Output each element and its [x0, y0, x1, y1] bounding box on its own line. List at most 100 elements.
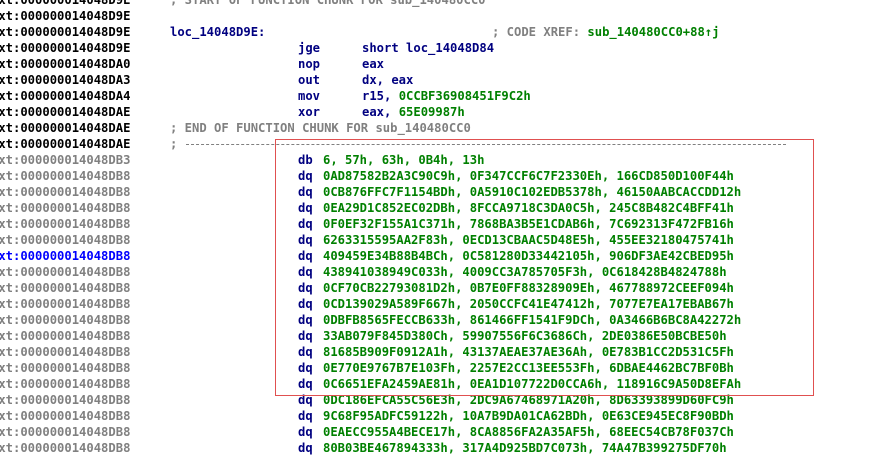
address[interactable]: ext:000000014048DB8	[0, 200, 130, 216]
operand-text[interactable]: r15,	[362, 89, 399, 103]
listing-line[interactable]: ext:000000014048DB8 dq 0C6651EFA2459AE81h,…	[0, 376, 874, 392]
listing-line[interactable]: ext:000000014048DB8 dq 0DBFB8565FECCB633h,…	[0, 312, 874, 328]
operand-text[interactable]: eax,	[362, 105, 399, 119]
data-directive[interactable]: dq	[298, 392, 313, 408]
listing-line[interactable]: ext:000000014048DAE ; END OF FUNCTION CHU…	[0, 120, 874, 136]
data-directive[interactable]: dq	[298, 328, 313, 344]
listing-line[interactable]: ext:000000014048DB8 dq 80B03BE467894333h, …	[0, 440, 874, 456]
data-values[interactable]: 81685B909F0912A1h, 43137AEAE37AE36Ah, 0E…	[323, 344, 734, 360]
listing-line[interactable]: ext:000000014048DB8 dq 0DC186EFCA55C56E3h,…	[0, 392, 874, 408]
address[interactable]: ext:000000014048DA4	[0, 88, 130, 104]
data-values[interactable]: 33AB079F845D380Ch, 59907556F6C3686Ch, 2D…	[323, 328, 727, 344]
instruction-operands[interactable]: r15, 0CCBF36908451F9C2h	[362, 88, 531, 104]
address[interactable]: ext:000000014048DB8	[0, 328, 130, 344]
data-values[interactable]: 0F0EF32F155A1C371h, 7868BA3B5E1CDAB6h, 7…	[323, 216, 734, 232]
operand-text[interactable]: short loc_14048D84	[362, 41, 494, 55]
data-directive[interactable]: dq	[298, 408, 313, 424]
data-directive[interactable]: dq	[298, 344, 313, 360]
operand-text[interactable]: eax	[362, 57, 384, 71]
instruction-mnemonic[interactable]: nop	[298, 56, 320, 72]
listing-line[interactable]: ext:000000014048DA0 nop eax	[0, 56, 874, 72]
listing-line[interactable]: ext:000000014048DB8 dq 0F0EF32F155A1C371h,…	[0, 216, 874, 232]
address[interactable]: ext:000000014048DB8	[0, 344, 130, 360]
listing-line[interactable]: ext:000000014048DB8 dq 81685B909F0912A1h, …	[0, 344, 874, 360]
address[interactable]: ext:000000014048DB8	[0, 312, 130, 328]
operand-number[interactable]: 0CCBF36908451F9C2h	[399, 89, 531, 103]
data-values[interactable]: 0DC186EFCA55C56E3h, 2DC9A67468971A20h, 8…	[323, 392, 734, 408]
address[interactable]: ext:000000014048D9E	[0, 0, 130, 8]
data-values[interactable]: 409459E34B88B4BCh, 0C581280D33442105h, 9…	[323, 248, 734, 264]
address[interactable]: ext:000000014048DB3	[0, 152, 130, 168]
data-values[interactable]: 0DBFB8565FECCB633h, 861466FF1541F9DCh, 0…	[323, 312, 741, 328]
data-directive[interactable]: dq	[298, 424, 313, 440]
address[interactable]: ext:000000014048DB8	[0, 296, 130, 312]
address[interactable]: ext:000000014048D9E	[0, 24, 130, 40]
instruction-operands[interactable]: eax	[362, 56, 384, 72]
address[interactable]: ext:000000014048D9E	[0, 40, 130, 56]
instruction-mnemonic[interactable]: mov	[298, 88, 320, 104]
listing-line[interactable]: ext:000000014048DB8 dq 0E770E9767B7E103Fh,…	[0, 360, 874, 376]
listing-line[interactable]: ext:000000014048DB8 dq 0CB876FFC7F1154BDh,…	[0, 184, 874, 200]
instruction-mnemonic[interactable]: xor	[298, 104, 320, 120]
data-directive[interactable]: dq	[298, 184, 313, 200]
listing-line[interactable]: ext:000000014048DB8 dq 9C68F95ADFC59122h, …	[0, 408, 874, 424]
instruction-operands[interactable]: eax, 65E09987h	[362, 104, 465, 120]
listing-line[interactable]: ext:000000014048DB8 dq 0AD87582B2A3C90C9h,…	[0, 168, 874, 184]
address[interactable]: ext:000000014048DB8	[0, 248, 130, 264]
data-directive[interactable]: dq	[298, 248, 313, 264]
address[interactable]: ext:000000014048DB8	[0, 216, 130, 232]
operand-number[interactable]: 65E09987h	[399, 105, 465, 119]
address[interactable]: ext:000000014048DAE	[0, 120, 130, 136]
listing-line[interactable]: ext:000000014048D9E loc_14048D9E: ; CODE X…	[0, 24, 874, 40]
instruction-operands[interactable]: dx, eax	[362, 72, 413, 88]
address[interactable]: ext:000000014048DAE	[0, 104, 130, 120]
instruction-mnemonic[interactable]: out	[298, 72, 320, 88]
address[interactable]: ext:000000014048D9E	[0, 8, 130, 24]
address[interactable]: ext:000000014048DB8	[0, 280, 130, 296]
data-directive[interactable]: dq	[298, 360, 313, 376]
address[interactable]: ext:000000014048DB8	[0, 440, 130, 456]
address[interactable]: ext:000000014048DA3	[0, 72, 130, 88]
listing-line[interactable]: ext:000000014048DB8 dq 0CD139029A589F667h,…	[0, 296, 874, 312]
data-directive[interactable]: dq	[298, 280, 313, 296]
data-directive[interactable]: dq	[298, 376, 313, 392]
data-directive[interactable]: dq	[298, 168, 313, 184]
data-values[interactable]: 438941038949C033h, 4009CC3A785705F3h, 0C…	[323, 264, 727, 280]
disassembly-listing[interactable]: ext:000000014048D9E ; START OF FUNCTION C…	[0, 0, 874, 456]
address[interactable]: ext:000000014048DB8	[0, 232, 130, 248]
listing-line[interactable]: ext:000000014048DAE;	[0, 136, 874, 152]
data-values[interactable]: 6263315595AA2F83h, 0ECD13CBAAC5D48E5h, 4…	[323, 232, 734, 248]
instruction-mnemonic[interactable]: jge	[298, 40, 320, 56]
data-directive[interactable]: dq	[298, 296, 313, 312]
address[interactable]: ext:000000014048DB8	[0, 392, 130, 408]
address[interactable]: ext:000000014048DA0	[0, 56, 130, 72]
data-directive[interactable]: dq	[298, 216, 313, 232]
listing-line[interactable]: ext:000000014048DB8 dq 0EAECC955A4BECE17h,…	[0, 424, 874, 440]
data-values[interactable]: 9C68F95ADFC59122h, 10A7B9DA01CA62BDh, 0E…	[323, 408, 734, 424]
address[interactable]: ext:000000014048DB8	[0, 184, 130, 200]
listing-line[interactable]: ext:000000014048D9E	[0, 8, 874, 24]
data-values[interactable]: 80B03BE467894333h, 317A4D925BD7C073h, 74…	[323, 440, 727, 456]
xref-target-link[interactable]: sub_140480CC0+88↑j	[587, 25, 719, 39]
data-values[interactable]: 0EA29D1C852EC02DBh, 8FCCA9718C3DA0C5h, 2…	[323, 200, 734, 216]
data-values[interactable]: 0E770E9767B7E103Fh, 2257E2CC13EE553Fh, 6…	[323, 360, 734, 376]
address[interactable]: ext:000000014048DB8	[0, 264, 130, 280]
listing-line-selected[interactable]: ext:000000014048DB8 dq 409459E34B88B4BCh, …	[0, 248, 874, 264]
listing-line[interactable]: ext:000000014048DB8 dq 0EA29D1C852EC02DBh,…	[0, 200, 874, 216]
listing-line[interactable]: ext:000000014048DB3 db 6, 57h, 63h, 0B4h, …	[0, 152, 874, 168]
data-directive[interactable]: dq	[298, 312, 313, 328]
address[interactable]: ext:000000014048DAE	[0, 136, 130, 152]
listing-line[interactable]: ext:000000014048DB8 dq 0CF70CB22793081D2h,…	[0, 280, 874, 296]
data-values[interactable]: 0AD87582B2A3C90C9h, 0F347CCF6C7F2330Eh, …	[323, 168, 734, 184]
address[interactable]: ext:000000014048DB8	[0, 360, 130, 376]
listing-line[interactable]: ext:000000014048DA4 mov r15, 0CCBF36908451…	[0, 88, 874, 104]
data-directive[interactable]: dq	[298, 264, 313, 280]
address[interactable]: ext:000000014048DB8	[0, 168, 130, 184]
address[interactable]: ext:000000014048DB8	[0, 408, 130, 424]
data-values[interactable]: 0CB876FFC7F1154BDh, 0A5910C102EDB5378h, …	[323, 184, 741, 200]
listing-line[interactable]: ext:000000014048DB8 dq 6263315595AA2F83h, …	[0, 232, 874, 248]
address[interactable]: ext:000000014048DB8	[0, 424, 130, 440]
data-directive[interactable]: dq	[298, 200, 313, 216]
listing-line[interactable]: ext:000000014048DB8 dq 438941038949C033h, …	[0, 264, 874, 280]
data-values[interactable]: 0CD139029A589F667h, 2050CCFC41E47412h, 7…	[323, 296, 734, 312]
